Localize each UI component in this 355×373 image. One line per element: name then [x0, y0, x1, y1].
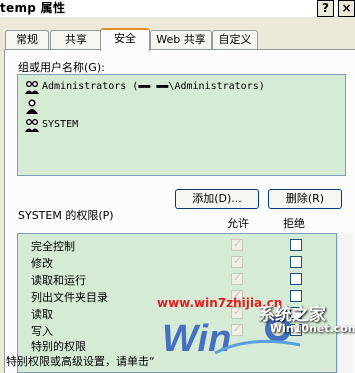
- tab-general[interactable]: 常规: [5, 30, 49, 50]
- user-icon: [24, 98, 40, 114]
- user-name: SYSTEM: [42, 116, 79, 134]
- allow-checkbox[interactable]: ✓: [231, 271, 243, 285]
- permission-name: 列出文件夹目录: [31, 291, 108, 304]
- deny-header: 拒绝: [283, 217, 305, 230]
- permission-name: 读取: [31, 308, 53, 321]
- remove-button[interactable]: 删除(R): [268, 189, 342, 209]
- allow-checkbox[interactable]: ✓: [231, 254, 243, 268]
- deny-checkbox[interactable]: [290, 256, 302, 268]
- permission-row: 完全控制 ✓: [18, 237, 336, 254]
- users-list[interactable]: Administrators (▬▬ ▬▬\Administrators) SY…: [17, 74, 346, 176]
- permission-name: 特别的权限: [31, 340, 86, 353]
- user-name: Administrators (▬▬ ▬▬\Administrators): [42, 81, 265, 92]
- checkmark-icon: ✓: [233, 254, 243, 267]
- checkmark-icon: ✓: [233, 237, 243, 250]
- watermark-domain: Win10net.com: [270, 322, 355, 335]
- user-group-icon: [24, 117, 40, 133]
- deny-checkbox[interactable]: [290, 239, 302, 251]
- tab-customize[interactable]: 自定义: [212, 30, 258, 50]
- tab-security[interactable]: 安全: [100, 28, 150, 51]
- users-label: 组或用户名称(G):: [18, 61, 105, 74]
- deny-checkbox[interactable]: [290, 273, 302, 285]
- title-bar: temp 属性 ? ×: [0, 0, 355, 17]
- tab-strip: 常规 共享 安全 Web 共享 自定义: [0, 28, 355, 51]
- window-title: temp 属性: [0, 1, 66, 15]
- permission-name: 完全控制: [31, 240, 75, 253]
- allow-header: 允许: [227, 217, 249, 230]
- close-button[interactable]: ×: [338, 0, 355, 17]
- tab-web-sharing[interactable]: Web 共享: [150, 30, 212, 50]
- user-group-icon: [24, 79, 40, 95]
- tab-sharing[interactable]: 共享: [50, 30, 102, 50]
- permissions-label: SYSTEM 的权限(P): [18, 209, 114, 222]
- permission-name: 修改: [31, 257, 53, 270]
- add-button[interactable]: 添加(D)...: [175, 189, 259, 209]
- permission-row: 读取和运行 ✓: [18, 271, 336, 288]
- allow-checkbox[interactable]: ✓: [231, 237, 243, 251]
- svg-text:Win: Win: [162, 318, 231, 360]
- permission-name: 读取和运行: [31, 274, 86, 287]
- checkmark-icon: ✓: [233, 271, 243, 284]
- permission-row: 修改 ✓: [18, 254, 336, 271]
- help-button[interactable]: ?: [317, 0, 334, 17]
- advanced-hint: 特别权限或高级设置，请单击“: [6, 355, 155, 368]
